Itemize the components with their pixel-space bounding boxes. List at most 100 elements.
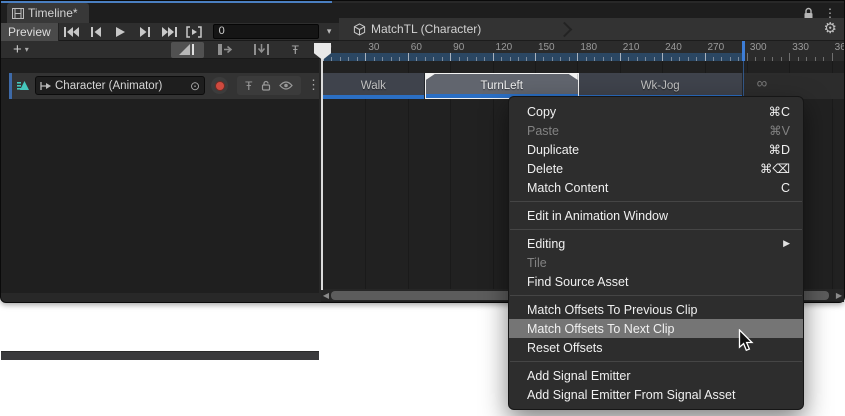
ruler-tick-minor [764,57,765,61]
goto-end-icon[interactable] [157,23,182,41]
clip-context-menu: Copy⌘CPaste⌘VDuplicate⌘DDelete⌘⌫Match Co… [508,96,804,410]
frame-settings-dropdown-icon[interactable]: ▾ [319,23,339,41]
ruler-tick-minor [399,57,400,61]
ruler-tick-minor [348,57,349,61]
menu-item-reset-offsets[interactable]: Reset Offsets [509,338,803,357]
menu-item-shortcut: C [781,181,790,195]
ruler-tick-minor [382,57,383,61]
ruler-tick-major [747,53,748,61]
preview-toggle-button[interactable]: Preview [1,23,59,41]
unlock-icon[interactable] [261,80,271,91]
menu-separator [510,295,802,296]
ruler-tick-label: 120 [496,42,513,53]
ruler-tick-minor [781,57,782,61]
ruler-tick-minor [442,57,443,61]
unity-timeline-screenshot: Timeline* ⋮ Preview [0,0,845,416]
play-range-icon[interactable] [182,23,207,41]
add-track-button[interactable]: + ▾ [13,43,29,57]
ruler-tick-major [832,53,833,61]
ruler-tick-minor [738,57,739,61]
ruler-tick-minor [637,57,638,61]
menu-item-edit-in-animation-window[interactable]: Edit in Animation Window [509,206,803,225]
mix-mode-button[interactable] [171,42,204,58]
object-picker-icon[interactable]: ⊙ [190,79,200,93]
marker-pin-toggle-icon[interactable]: Ŧ [292,43,299,57]
ruler-tick-minor [713,57,714,61]
breadcrumb[interactable]: MatchTL (Character) [339,22,481,36]
track-kebab-icon[interactable]: ⋮ [307,77,320,93]
menu-item-label: Find Source Asset [527,275,790,289]
timeline-asset-cube-icon [353,23,366,36]
menu-item-find-source-asset[interactable]: Find Source Asset [509,272,803,291]
clip-walk[interactable]: Walk [323,73,425,99]
menu-item-add-signal-emitter-from-signal-asset[interactable]: Add Signal Emitter From Signal Asset [509,385,803,404]
chevron-down-icon: ▾ [25,45,29,54]
menu-item-editing[interactable]: Editing▶ [509,234,803,253]
menu-item-delete[interactable]: Delete⌘⌫ [509,159,803,178]
ruler-tick-label: 180 [580,42,597,53]
ruler-tick-label: 150 [538,42,555,53]
ruler-tick-major [493,53,494,61]
tab-timeline[interactable]: Timeline* [7,3,89,23]
playhead-line [321,59,323,290]
ripple-mode-button[interactable] [209,42,242,58]
menu-item-add-signal-emitter[interactable]: Add Signal Emitter [509,366,803,385]
clip-ease-handle[interactable] [426,74,435,80]
goto-start-icon[interactable] [59,23,84,41]
menu-separator [510,201,802,202]
eye-icon[interactable] [279,81,293,90]
menu-item-match-offsets-to-previous-clip[interactable]: Match Offsets To Previous Clip [509,300,803,319]
menu-item-duplicate[interactable]: Duplicate⌘D [509,140,803,159]
menu-item-match-content[interactable]: Match ContentC [509,178,803,197]
ruler-tick-minor [688,57,689,61]
track-header-character[interactable]: Character (Animator) ⊙ Ŧ ⋮ [9,73,319,99]
menu-item-shortcut: ⌘⌫ [760,161,790,176]
ruler-tick-major [620,53,621,61]
breadcrumb-chevron-icon [557,21,573,37]
record-button[interactable] [211,77,228,94]
replace-mode-button[interactable] [245,42,278,58]
scroll-left-icon[interactable]: ◀ [321,291,331,300]
infinite-clip-indicator: ∞ [757,75,768,92]
ruler-tick-minor [467,57,468,61]
next-frame-icon[interactable] [133,23,158,41]
breadcrumb-title: MatchTL (Character) [371,22,481,36]
submenu-arrow-icon: ▶ [783,238,790,249]
play-icon[interactable] [108,23,133,41]
time-ruler[interactable]: 0306090120150180210240270300330360 [321,41,844,61]
timeline-end-line [743,61,744,99]
menu-item-shortcut: ⌘V [769,123,790,138]
ruler-tick-major [408,53,409,61]
track-utility-group: Ŧ [237,76,301,95]
timeline-end-marker[interactable] [742,41,745,61]
ruler-tick-minor [476,57,477,61]
ruler-tick-minor [560,57,561,61]
menu-item-label: Add Signal Emitter [527,369,790,383]
gear-icon[interactable]: ⚙ [824,21,837,36]
menu-item-label: Add Signal Emitter From Signal Asset [527,388,790,402]
menu-item-copy[interactable]: Copy⌘C [509,102,803,121]
track-binding-field[interactable]: Character (Animator) ⊙ [35,76,205,95]
animation-track-icon [15,77,32,94]
clip-label: Wk-Jog [641,80,680,92]
ruler-tick-major [450,53,451,61]
previous-frame-icon[interactable] [83,23,108,41]
clip-ease-handle[interactable] [569,74,578,80]
current-frame-input[interactable]: 0 [213,24,320,39]
scroll-right-icon[interactable]: ▶ [834,291,844,300]
menu-item-label: Duplicate [527,143,748,157]
ruler-tick-major [577,53,578,61]
ruler-tick-minor [594,57,595,61]
ruler-tick-minor [772,57,773,61]
menu-item-shortcut: ⌘C [768,104,790,119]
ruler-tick-minor [603,57,604,61]
clip-label: TurnLeft [481,80,523,92]
menu-item-match-offsets-to-next-clip[interactable]: Match Offsets To Next Clip [509,319,803,338]
track-binding-label: Character (Animator) [55,80,187,92]
pin-icon[interactable]: Ŧ [245,79,252,93]
ruler-tick-minor [518,57,519,61]
ruler-tick-label: 360 [835,42,844,53]
ruler-tick-minor [586,57,587,61]
film-icon [12,8,24,19]
ruler-tick-minor [806,57,807,61]
